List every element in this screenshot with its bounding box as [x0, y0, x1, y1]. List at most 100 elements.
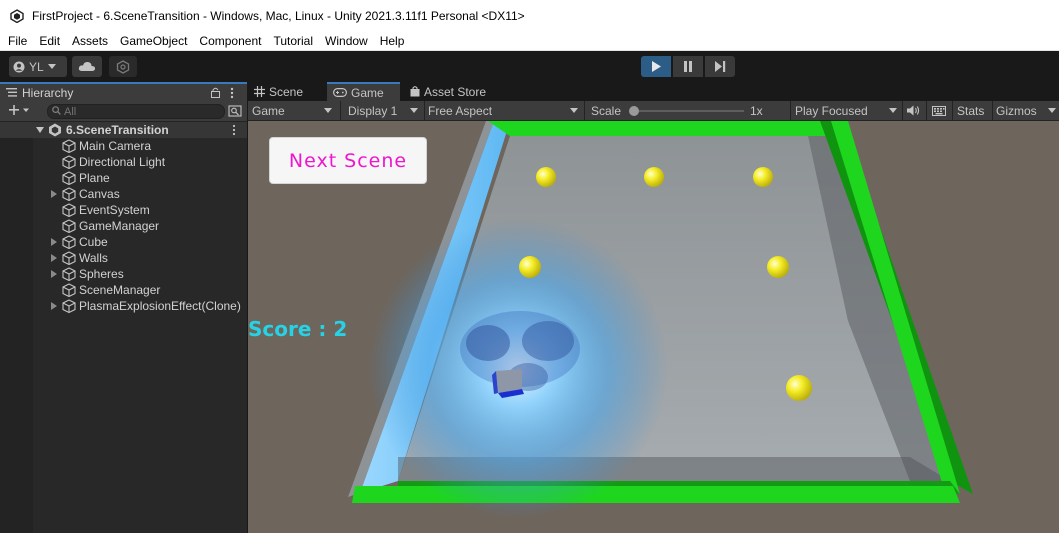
collapsed-arrow-icon[interactable] — [50, 190, 58, 198]
scale-slider[interactable] — [629, 106, 744, 116]
stats-button[interactable]: Stats — [957, 101, 993, 120]
scale-value: 1x — [750, 101, 780, 120]
unity-logo-icon — [10, 8, 24, 23]
view-mode-dropdown[interactable]: Game — [252, 101, 336, 120]
hierarchy-item-label: Walls — [79, 251, 108, 265]
hierarchy-item-scenemanager[interactable]: SceneManager — [0, 282, 247, 298]
tab-asset-store-label: Asset Store — [424, 84, 487, 99]
hash-grid-icon — [254, 86, 265, 97]
step-forward-icon — [715, 61, 726, 72]
gameobject-cube-icon — [62, 267, 76, 281]
gameobject-cube-icon — [62, 139, 76, 153]
yellow-sphere — [519, 256, 541, 278]
game-viewport[interactable]: Next Scene Score : 2 — [248, 121, 1059, 533]
divider — [790, 101, 791, 120]
score-text: Score : 2 — [248, 317, 348, 341]
hierarchy-item-plasma-explosion[interactable]: PlasmaExplosionEffect(Clone) — [0, 298, 247, 314]
display-dropdown[interactable]: Display 1 — [348, 101, 422, 120]
hierarchy-tree: 6.SceneTransition Main Camera Directiona… — [0, 122, 247, 533]
pause-button[interactable] — [673, 56, 703, 77]
scene-options-icon[interactable] — [232, 124, 236, 136]
divider — [992, 101, 993, 120]
divider — [340, 101, 341, 120]
menu-assets[interactable]: Assets — [67, 32, 113, 50]
collapsed-arrow-icon[interactable] — [50, 270, 58, 278]
tab-scene-label: Scene — [269, 84, 304, 99]
shopping-bag-icon — [410, 86, 420, 97]
yellow-sphere — [767, 256, 789, 278]
collapsed-arrow-icon[interactable] — [50, 238, 58, 246]
hierarchy-item-label: Plane — [79, 171, 110, 185]
gameobject-cube-icon — [62, 155, 76, 169]
add-object-button[interactable] — [6, 103, 34, 119]
list-icon — [6, 88, 17, 97]
menu-window[interactable]: Window — [320, 32, 373, 50]
hierarchy-item-canvas[interactable]: Canvas — [0, 186, 247, 202]
tab-game-label: Game — [351, 85, 384, 100]
menu-file[interactable]: File — [3, 32, 32, 50]
shortcuts-button[interactable] — [932, 101, 950, 120]
hierarchy-item-label: EventSystem — [79, 203, 150, 217]
user-icon — [13, 61, 25, 72]
play-mode-dropdown[interactable]: Play Focused — [795, 101, 901, 120]
step-button[interactable] — [705, 56, 735, 77]
chevron-down-icon — [324, 108, 332, 113]
scale-slider-handle[interactable] — [629, 106, 639, 116]
gamepad-icon — [333, 88, 347, 97]
view-tabbar: Scene Game Asset Store — [248, 82, 1059, 101]
tab-hierarchy[interactable]: Hierarchy — [0, 82, 247, 101]
divider — [926, 101, 927, 120]
menu-edit[interactable]: Edit — [34, 32, 65, 50]
top-wall-green — [488, 121, 828, 136]
collapsed-arrow-icon[interactable] — [50, 254, 58, 262]
hierarchy-panel: Hierarchy All 6.SceneTransition Main Cam… — [0, 82, 247, 533]
aspect-dropdown[interactable]: Free Aspect — [428, 101, 582, 120]
tab-asset-store[interactable]: Asset Store — [404, 82, 499, 101]
divider — [424, 101, 425, 120]
mute-audio-button[interactable] — [907, 101, 923, 120]
plus-dropdown-icon — [9, 105, 29, 115]
keyboard-icon — [932, 105, 946, 116]
hierarchy-item-gamemanager[interactable]: GameManager — [0, 218, 247, 234]
tab-scene[interactable]: Scene — [248, 82, 330, 101]
hierarchy-item-cube[interactable]: Cube — [0, 234, 247, 250]
scene-filter-icon[interactable] — [228, 104, 242, 118]
next-scene-button[interactable]: Next Scene — [269, 137, 427, 184]
lock-icon[interactable] — [211, 87, 220, 98]
collab-button[interactable] — [109, 56, 137, 77]
game-view-toolbar: Game Display 1 Free Aspect Scale 1x Play… — [248, 101, 1059, 121]
account-label: YL — [29, 59, 44, 74]
hierarchy-item-plane[interactable]: Plane — [0, 170, 247, 186]
menu-component[interactable]: Component — [194, 32, 266, 50]
scale-value-text: 1x — [750, 103, 763, 118]
hierarchy-item-label: Spheres — [79, 267, 124, 281]
hierarchy-item-directional-light[interactable]: Directional Light — [0, 154, 247, 170]
menu-tutorial[interactable]: Tutorial — [268, 32, 318, 50]
gameobject-cube-icon — [62, 251, 76, 265]
expanded-arrow-icon[interactable] — [36, 126, 44, 134]
hierarchy-tabbar: Hierarchy — [0, 82, 247, 101]
cloud-button[interactable] — [72, 56, 102, 77]
view-mode-label: Game — [252, 103, 285, 118]
menu-gameobject[interactable]: GameObject — [115, 32, 192, 50]
account-dropdown[interactable]: YL — [9, 56, 67, 77]
gameobject-cube-icon — [62, 171, 76, 185]
gizmos-dropdown[interactable]: Gizmos — [996, 101, 1056, 120]
more-options-icon[interactable] — [230, 87, 234, 99]
play-button[interactable] — [641, 56, 671, 77]
hierarchy-item-eventsystem[interactable]: EventSystem — [0, 202, 247, 218]
smoke-cloud — [466, 325, 510, 361]
tab-game[interactable]: Game — [327, 82, 400, 101]
hierarchy-item-label: Canvas — [79, 187, 120, 201]
hierarchy-item-main-camera[interactable]: Main Camera — [0, 138, 247, 154]
main-toolbar: YL — [0, 51, 1059, 82]
menu-help[interactable]: Help — [375, 32, 410, 50]
collapsed-arrow-icon[interactable] — [50, 302, 58, 310]
hierarchy-search-input[interactable] — [47, 104, 225, 119]
gameobject-cube-icon — [62, 187, 76, 201]
hierarchy-scene-row[interactable]: 6.SceneTransition — [0, 122, 247, 138]
hierarchy-item-walls[interactable]: Walls — [0, 250, 247, 266]
hierarchy-toolbar — [0, 101, 247, 122]
hierarchy-item-spheres[interactable]: Spheres — [0, 266, 247, 282]
aspect-label: Free Aspect — [428, 103, 493, 118]
